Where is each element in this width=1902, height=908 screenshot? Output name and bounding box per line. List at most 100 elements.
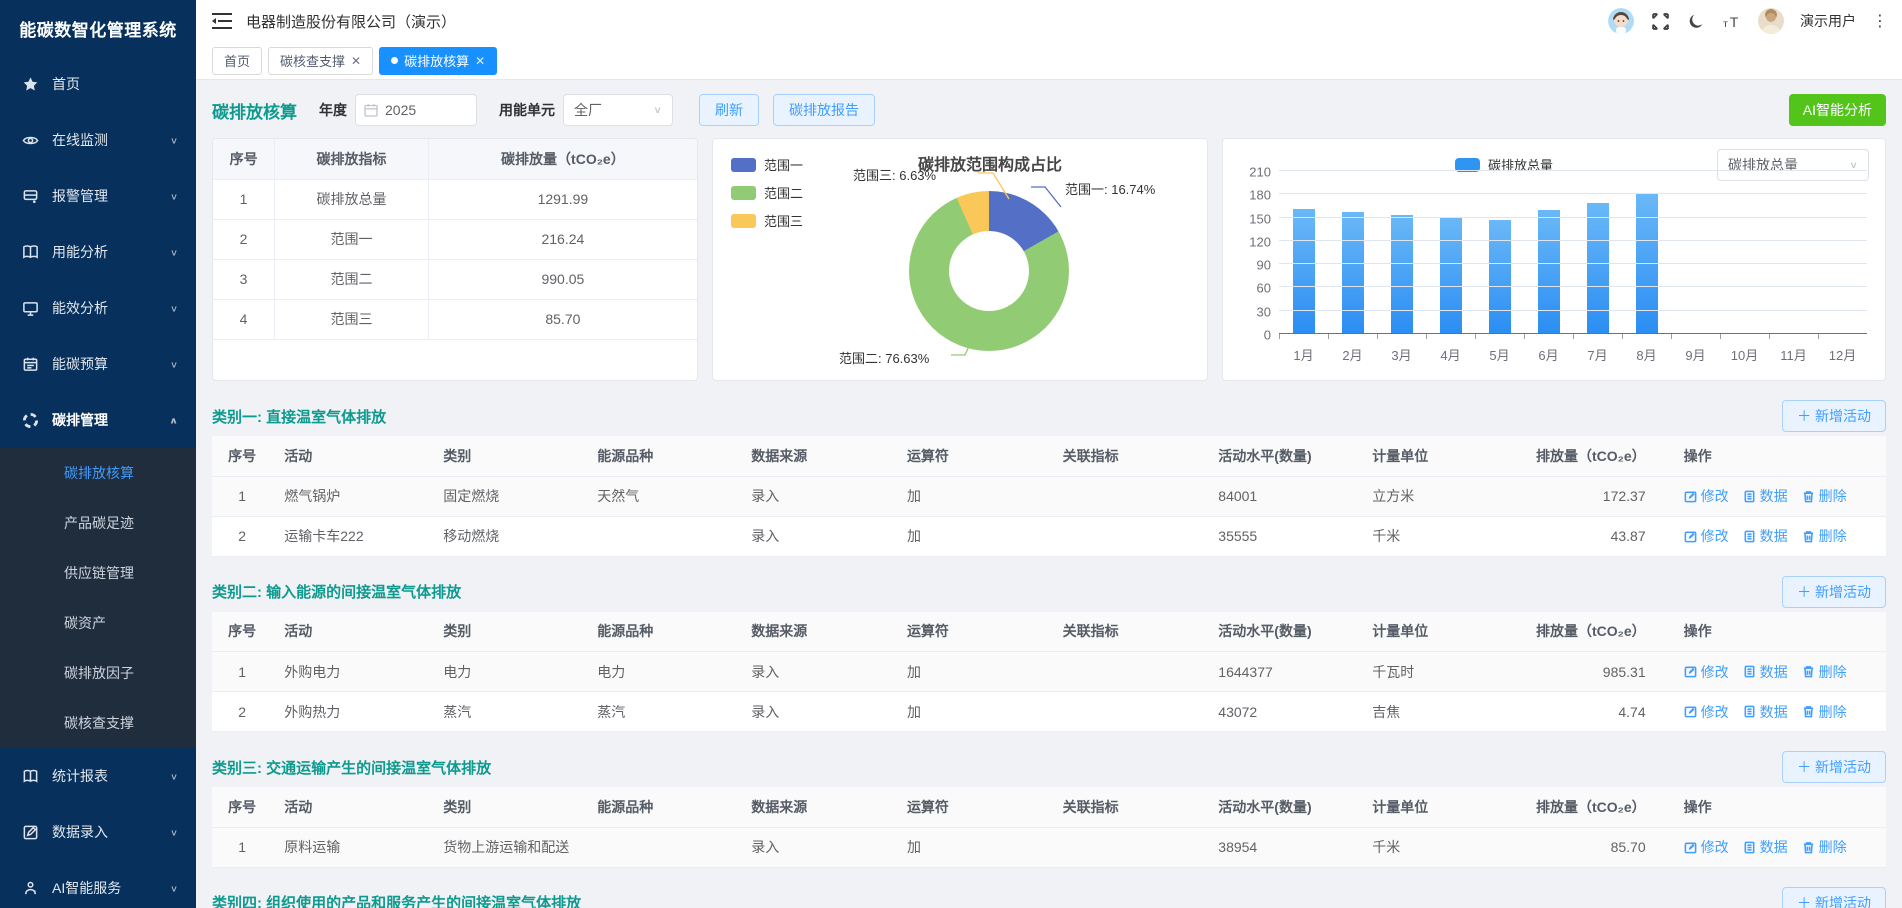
user-avatar[interactable] <box>1758 8 1784 34</box>
bar[interactable] <box>1391 215 1413 333</box>
data-link[interactable]: 数据 <box>1743 486 1788 506</box>
x-axis-label: 5月 <box>1475 345 1524 364</box>
table-cell <box>1051 827 1207 867</box>
bar[interactable] <box>1587 203 1609 333</box>
unit-select[interactable]: 全厂 ∨ <box>563 94 673 126</box>
data-link[interactable]: 数据 <box>1743 837 1788 857</box>
table-cell: 范围三 <box>275 299 429 339</box>
gridline <box>1279 193 1867 194</box>
sidebar-item-5[interactable]: 能碳预算∨ <box>0 336 196 392</box>
collapse-sidebar-icon[interactable] <box>212 12 232 30</box>
tab-2[interactable]: 碳排放核算✕ <box>379 47 497 75</box>
sidebar-item-8[interactable]: 数据录入∨ <box>0 804 196 860</box>
data-link[interactable]: 数据 <box>1743 702 1788 722</box>
bar[interactable] <box>1342 212 1364 333</box>
x-axis-label: 3月 <box>1377 345 1426 364</box>
calendar-icon <box>22 356 39 373</box>
activity-col-header: 排放量（tCO₂e） <box>1514 612 1671 652</box>
activity-col-header: 运算符 <box>895 787 1051 827</box>
table-cell: 录入 <box>739 652 895 692</box>
activity-col-header: 计量单位 <box>1360 787 1514 827</box>
table-cell: 35555 <box>1206 516 1360 556</box>
data-link[interactable]: 数据 <box>1743 526 1788 546</box>
sidebar-item-9[interactable]: AI智能服务∨ <box>0 860 196 908</box>
sidebar-subitem[interactable]: 产品碳足迹 <box>0 498 196 548</box>
sidebar-subitem[interactable]: 碳资产 <box>0 598 196 648</box>
tab-1[interactable]: 碳核查支撑✕ <box>268 47 373 75</box>
bar[interactable] <box>1489 220 1511 333</box>
sidebar-subitem[interactable]: 碳排放核算 <box>0 448 196 498</box>
user-name[interactable]: 演示用户 <box>1800 11 1856 31</box>
more-menu-icon[interactable]: ⋮ <box>1872 11 1888 31</box>
bar[interactable] <box>1293 209 1315 333</box>
bar[interactable] <box>1440 217 1462 333</box>
data-link[interactable]: 数据 <box>1743 662 1788 682</box>
add-activity-button[interactable]: ＋ 新增活动 <box>1782 576 1886 608</box>
tab-0[interactable]: 首页 <box>212 47 262 75</box>
edit-link[interactable]: 修改 <box>1684 662 1729 682</box>
sidebar-submenu: 碳排放核算产品碳足迹供应链管理碳资产碳排放因子碳核查支撑 <box>0 448 196 748</box>
edit-link[interactable]: 修改 <box>1684 702 1729 722</box>
delete-link[interactable]: 删除 <box>1802 837 1847 857</box>
legend-item[interactable]: 范围二 <box>731 183 803 202</box>
refresh-button[interactable]: 刷新 <box>699 94 759 126</box>
year-input[interactable]: 2025 <box>355 94 477 126</box>
activity-col-header: 计量单位 <box>1360 436 1514 476</box>
table-cell: 碳排放总量 <box>275 179 429 219</box>
legend-label: 范围一 <box>764 155 803 174</box>
sidebar-subitem[interactable]: 供应链管理 <box>0 548 196 598</box>
bar-slot <box>1671 171 1720 333</box>
edit-link[interactable]: 修改 <box>1684 837 1729 857</box>
close-icon[interactable]: ✕ <box>475 54 485 68</box>
monthly-bar-card: 碳排放总量 碳排放总量 ∨ 0306090120150180210 1月2月3月… <box>1222 138 1886 381</box>
ai-analysis-button[interactable]: AI智能分析 <box>1789 94 1886 126</box>
legend-label: 范围二 <box>764 183 803 202</box>
add-activity-button[interactable]: ＋ 新增活动 <box>1782 887 1886 908</box>
bar-slot <box>1573 171 1622 333</box>
close-icon[interactable]: ✕ <box>351 54 361 68</box>
section-header: 类别二: 输入能源的间接温室气体排放＋ 新增活动 <box>212 572 1886 612</box>
table-cell <box>585 516 739 556</box>
delete-link[interactable]: 删除 <box>1802 662 1847 682</box>
sidebar-item-6[interactable]: 碳排管理∧ <box>0 392 196 448</box>
activity-col-header: 活动水平(数量) <box>1206 787 1360 827</box>
sidebar-item-1[interactable]: 在线监测∨ <box>0 112 196 168</box>
table-cell: 加 <box>895 827 1051 867</box>
dark-mode-icon[interactable] <box>1686 11 1706 31</box>
add-activity-button[interactable]: ＋ 新增活动 <box>1782 400 1886 432</box>
x-axis-label: 1月 <box>1279 345 1328 364</box>
legend-item[interactable]: 范围三 <box>731 211 803 230</box>
sidebar-item-3[interactable]: 用能分析∨ <box>0 224 196 280</box>
table-cell <box>1051 692 1207 732</box>
summary-col-header: 碳排放指标 <box>275 139 429 179</box>
sidebar-subitem[interactable]: 碳排放因子 <box>0 648 196 698</box>
assistant-avatar[interactable] <box>1608 8 1634 34</box>
delete-link[interactable]: 删除 <box>1802 526 1847 546</box>
table-cell: 立方米 <box>1360 476 1514 516</box>
edit-link[interactable]: 修改 <box>1684 486 1729 506</box>
year-value: 2025 <box>385 102 416 118</box>
fullscreen-icon[interactable] <box>1650 11 1670 31</box>
y-axis-label: 60 <box>1231 281 1271 296</box>
y-axis-label: 30 <box>1231 304 1271 319</box>
bar[interactable] <box>1538 210 1560 333</box>
table-cell: 1 <box>212 476 272 516</box>
sidebar-item-7[interactable]: 统计报表∨ <box>0 748 196 804</box>
sidebar-item-label: 在线监测 <box>52 130 170 150</box>
topbar-actions: тT 演示用户 ⋮ <box>1608 8 1888 34</box>
sidebar-item-4[interactable]: 能效分析∨ <box>0 280 196 336</box>
sidebar-item-2[interactable]: 报警管理∨ <box>0 168 196 224</box>
report-button[interactable]: 碳排放报告 <box>773 94 875 126</box>
activity-col-header: 活动 <box>272 436 431 476</box>
legend-item[interactable]: 范围一 <box>731 155 803 174</box>
add-activity-button[interactable]: ＋ 新增活动 <box>1782 751 1886 783</box>
edit-link[interactable]: 修改 <box>1684 526 1729 546</box>
delete-link[interactable]: 删除 <box>1802 702 1847 722</box>
table-cell: 加 <box>895 476 1051 516</box>
sidebar-item-0[interactable]: 首页 <box>0 56 196 112</box>
bar-slot <box>1622 171 1671 333</box>
font-size-icon[interactable]: тT <box>1722 11 1742 31</box>
delete-link[interactable]: 删除 <box>1802 486 1847 506</box>
sidebar-subitem[interactable]: 碳核查支撑 <box>0 698 196 748</box>
row-actions: 修改数据删除 <box>1672 476 1886 516</box>
